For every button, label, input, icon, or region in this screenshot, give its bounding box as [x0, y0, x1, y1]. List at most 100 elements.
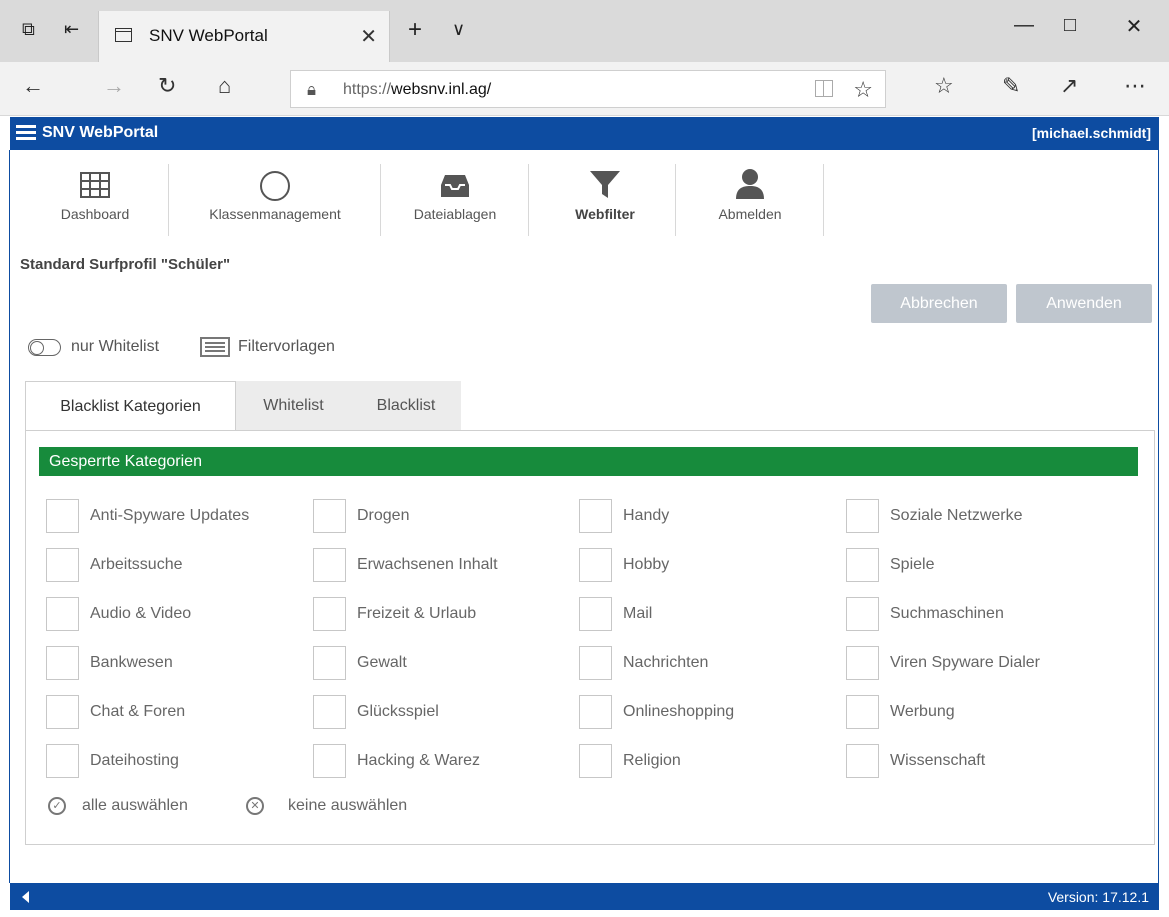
- checkbox[interactable]: [846, 744, 879, 778]
- checkbox[interactable]: [313, 597, 346, 631]
- favorite-star-icon[interactable]: ☆: [853, 77, 873, 103]
- nav-label: Klassenmanagement: [209, 206, 341, 222]
- nav-label: Dashboard: [60, 206, 130, 222]
- checkbox[interactable]: [579, 548, 612, 582]
- new-tab-icon[interactable]: +: [408, 18, 422, 42]
- home-icon[interactable]: ⌂: [218, 75, 231, 97]
- category-label: Viren Spyware Dialer: [890, 654, 1040, 671]
- checkbox[interactable]: [46, 695, 79, 729]
- checkbox[interactable]: [846, 548, 879, 582]
- more-icon[interactable]: ⋯: [1124, 75, 1146, 97]
- category-label: Onlineshopping: [623, 703, 735, 720]
- checkbox[interactable]: [46, 646, 79, 680]
- reading-view-icon[interactable]: [815, 80, 833, 97]
- app-header: SNV WebPortal [michael.schmidt]: [10, 117, 1159, 150]
- forward-icon[interactable]: →: [103, 75, 125, 97]
- maximize-icon[interactable]: □: [1060, 14, 1080, 37]
- checkbox[interactable]: [579, 646, 612, 680]
- checkbox[interactable]: [846, 597, 879, 631]
- category-label: Hobby: [623, 556, 670, 573]
- category-label: Nachrichten: [623, 654, 709, 671]
- category-label: Wissenschaft: [890, 752, 986, 769]
- checkbox[interactable]: [46, 548, 79, 582]
- checkbox[interactable]: [313, 695, 346, 729]
- nav-klassenmanagement[interactable]: Klassenmanagement: [185, 160, 365, 240]
- nav-label: Webfilter: [575, 206, 635, 222]
- browser-tab-title: SNV WebPortal: [149, 26, 268, 45]
- select-none-label: keine auswählen: [288, 797, 408, 814]
- category-label: Chat & Foren: [90, 703, 186, 720]
- blocked-categories-header: Gesperrte Kategorien: [39, 447, 1138, 476]
- tab-whitelist[interactable]: Whitelist: [236, 381, 351, 430]
- filter-icon: [590, 171, 620, 198]
- browser-address-bar: ← → ↻ ⌂ 🔒︎ https://websnv.inl.ag/ ☆ ☆ ✎ …: [0, 62, 1169, 116]
- hamburger-menu-icon[interactable]: [16, 122, 38, 144]
- nav-divider: [823, 164, 824, 236]
- grid-icon: [80, 172, 110, 198]
- category-label: Erwachsenen Inhalt: [357, 556, 498, 573]
- tab-blacklist[interactable]: Blacklist: [351, 381, 461, 430]
- cancel-button[interactable]: Abbrechen: [871, 284, 1007, 323]
- url-input[interactable]: 🔒︎ https://websnv.inl.ag/ ☆: [290, 70, 886, 108]
- tab-list-icon[interactable]: ∨: [452, 20, 465, 38]
- list-icon[interactable]: [200, 337, 230, 357]
- checkbox[interactable]: [313, 499, 346, 533]
- nav-dateiablagen[interactable]: Dateiablagen: [395, 160, 515, 240]
- refresh-icon[interactable]: ↻: [158, 75, 176, 97]
- tab-preview-icon[interactable]: ⧉: [22, 20, 35, 38]
- close-icon[interactable]: ✕: [360, 24, 377, 49]
- browser-tab-bar: ⧉ ⇤ SNV WebPortal ✕ + ∨ — □ ✕: [0, 0, 1169, 62]
- browser-tab[interactable]: SNV WebPortal ✕: [98, 11, 390, 62]
- category-label: Religion: [623, 752, 681, 769]
- category-label: Mail: [623, 605, 653, 622]
- minimize-icon[interactable]: —: [1014, 14, 1034, 37]
- checkbox[interactable]: [579, 695, 612, 729]
- checkbox[interactable]: [313, 646, 346, 680]
- filter-templates-label[interactable]: Filtervorlagen: [238, 338, 335, 356]
- checkbox[interactable]: [313, 548, 346, 582]
- nav-label: Abmelden: [718, 206, 782, 222]
- nav-webfilter[interactable]: Webfilter: [545, 160, 665, 240]
- checkbox[interactable]: [846, 646, 879, 680]
- check-circle-icon: ✓: [48, 797, 66, 815]
- apply-button[interactable]: Anwenden: [1016, 284, 1152, 323]
- nav-divider: [675, 164, 676, 236]
- current-user[interactable]: [michael.schmidt]: [1032, 125, 1151, 141]
- nav-dashboard[interactable]: Dashboard: [40, 160, 150, 240]
- checkbox[interactable]: [313, 744, 346, 778]
- close-window-icon[interactable]: ✕: [1124, 14, 1144, 39]
- nav-label: Dateiablagen: [413, 206, 497, 222]
- checkbox[interactable]: [46, 597, 79, 631]
- checkbox[interactable]: [579, 499, 612, 533]
- collapse-left-icon[interactable]: [22, 891, 29, 903]
- category-label: Drogen: [357, 507, 410, 524]
- checkbox[interactable]: [846, 499, 879, 533]
- tab-blacklist-kategorien[interactable]: Blacklist Kategorien: [25, 381, 236, 431]
- category-label: Spiele: [890, 556, 935, 573]
- whitelist-only-label[interactable]: nur Whitelist: [71, 338, 159, 356]
- category-label: Dateihosting: [90, 752, 179, 769]
- category-label: Freizeit & Urlaub: [357, 605, 477, 622]
- nav-abmelden[interactable]: Abmelden: [690, 160, 810, 240]
- category-label: Audio & Video: [90, 605, 192, 622]
- frame-border: [1158, 150, 1159, 883]
- category-label: Anti-Spyware Updates: [90, 507, 250, 524]
- select-all-label: alle auswählen: [82, 797, 188, 814]
- checkbox[interactable]: [579, 597, 612, 631]
- url-text: https://websnv.inl.ag/: [343, 81, 492, 98]
- checkbox[interactable]: [846, 695, 879, 729]
- category-label: Soziale Netzwerke: [890, 507, 1023, 524]
- checkbox[interactable]: [46, 744, 79, 778]
- nav-divider: [380, 164, 381, 236]
- share-icon[interactable]: ↗: [1060, 75, 1078, 97]
- checkbox[interactable]: [46, 499, 79, 533]
- favorites-hub-icon[interactable]: ☆: [934, 75, 954, 97]
- set-aside-tabs-icon[interactable]: ⇤: [64, 20, 79, 38]
- select-all-link[interactable]: ✓ alle auswählen: [48, 797, 228, 819]
- back-icon[interactable]: ←: [22, 75, 44, 97]
- circle-icon: [260, 171, 290, 201]
- whitelist-only-toggle[interactable]: [28, 339, 61, 356]
- select-none-link[interactable]: ✕ keine auswählen: [246, 797, 446, 819]
- pen-icon[interactable]: ✎: [1002, 75, 1020, 97]
- checkbox[interactable]: [579, 744, 612, 778]
